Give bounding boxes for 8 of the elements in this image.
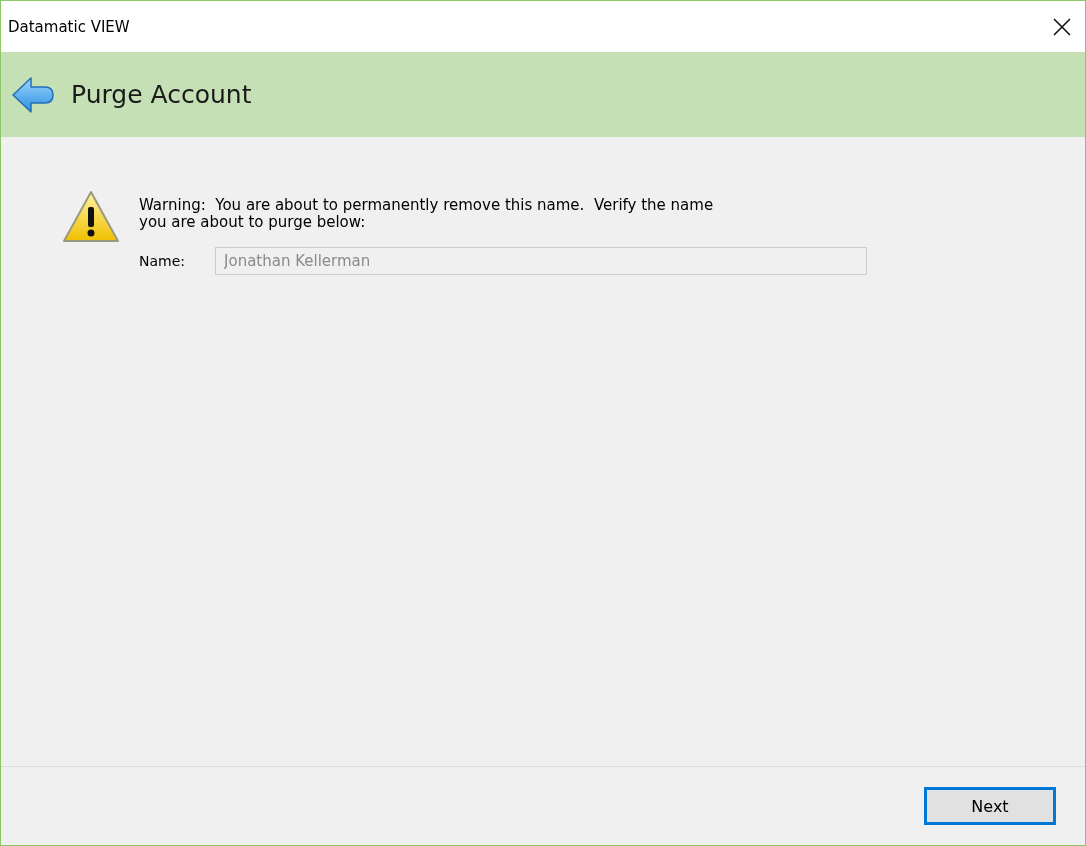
warning-message: Warning: You are about to permanently remove this name. Verify the name you are about to purge below: — [139, 197, 715, 231]
next-button[interactable]: Next — [924, 787, 1056, 825]
warning-icon — [61, 189, 121, 245]
close-icon — [1053, 17, 1071, 36]
page-heading: Purge Account — [71, 80, 252, 109]
back-arrow-icon[interactable] — [11, 74, 55, 115]
name-label: Name: — [139, 253, 186, 269]
window-title: Datamatic VIEW — [8, 17, 130, 36]
